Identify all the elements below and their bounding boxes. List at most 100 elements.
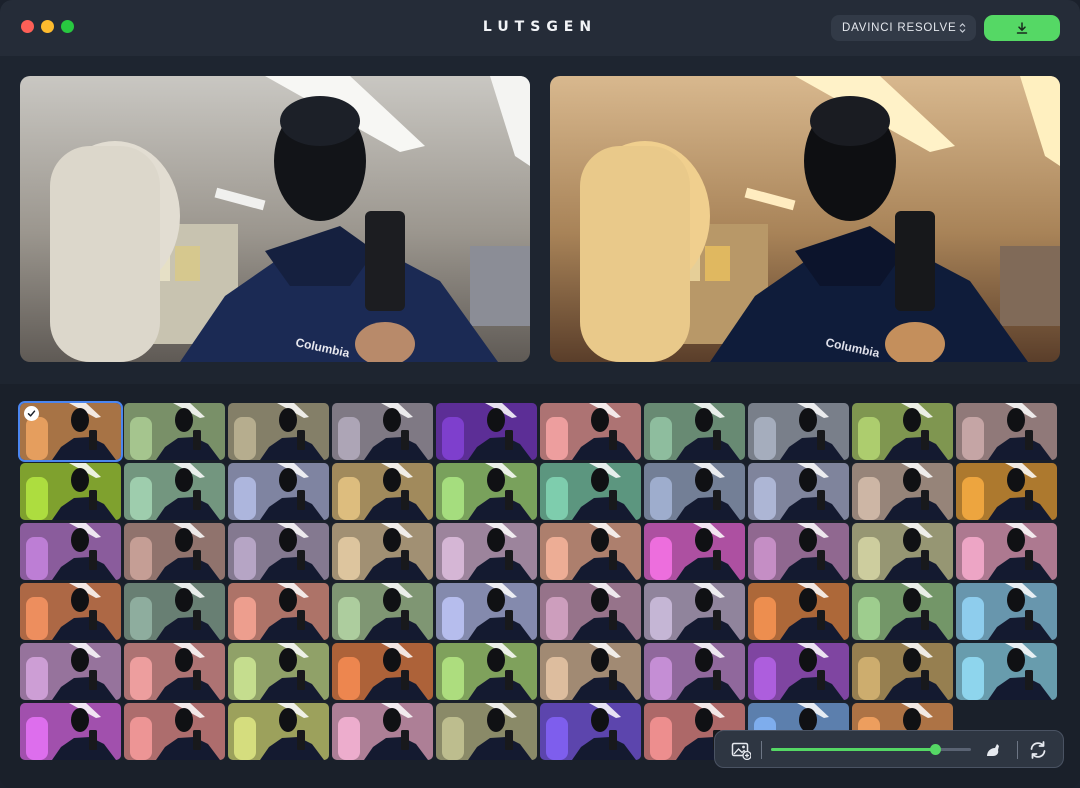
strength-slider-handle[interactable] [929, 744, 941, 755]
lut-thumbnail-image [852, 463, 953, 520]
lut-thumbnail-image [540, 583, 641, 640]
download-button[interactable] [984, 15, 1060, 41]
lut-thumbnail[interactable] [540, 703, 641, 760]
lut-thumbnail[interactable] [436, 643, 537, 700]
lut-thumbnail[interactable] [748, 643, 849, 700]
lut-thumbnail[interactable] [956, 523, 1057, 580]
refresh-icon[interactable] [1028, 740, 1048, 760]
lut-thumbnail-image [956, 403, 1057, 460]
lut-thumbnail[interactable] [18, 401, 123, 462]
lut-thumbnail[interactable] [332, 583, 433, 640]
lut-thumbnail-image [644, 463, 745, 520]
lut-thumbnail[interactable] [540, 583, 641, 640]
lut-thumbnail-image [644, 523, 745, 580]
lut-thumbnail[interactable] [436, 463, 537, 520]
lut-thumbnail[interactable] [540, 643, 641, 700]
lut-thumbnail[interactable] [124, 643, 225, 700]
lut-thumbnail-image [852, 643, 953, 700]
compare-icon[interactable] [983, 740, 1003, 760]
lut-thumbnail-image [540, 523, 641, 580]
lut-thumbnail[interactable] [332, 523, 433, 580]
lut-thumbnail[interactable] [644, 403, 745, 460]
lut-thumbnail[interactable] [956, 463, 1057, 520]
lut-thumbnail[interactable] [436, 523, 537, 580]
lut-thumbnail-image [124, 703, 225, 760]
lut-thumbnail-image [124, 463, 225, 520]
lut-thumbnail[interactable] [644, 463, 745, 520]
add-image-icon[interactable] [731, 740, 751, 760]
lut-thumbnail-image [20, 703, 121, 760]
graded-preview-image: Columbia [550, 76, 1060, 362]
lut-thumbnail[interactable] [124, 403, 225, 460]
lut-thumbnail[interactable] [644, 523, 745, 580]
lut-thumbnail[interactable] [332, 703, 433, 760]
lut-thumbnail[interactable] [436, 583, 537, 640]
photo-graded: Columbia [550, 76, 1060, 362]
lut-thumbnail[interactable] [332, 463, 433, 520]
strength-slider-fill [771, 748, 935, 751]
lut-thumbnail[interactable] [540, 523, 641, 580]
lut-thumbnail[interactable] [748, 583, 849, 640]
lut-thumbnail[interactable] [852, 643, 953, 700]
lut-thumbnail-image [436, 583, 537, 640]
lut-thumbnail[interactable] [956, 583, 1057, 640]
lut-thumbnail-image [332, 643, 433, 700]
lut-thumbnail-image [228, 703, 329, 760]
lut-thumbnail[interactable] [124, 523, 225, 580]
lut-thumbnail[interactable] [124, 583, 225, 640]
lut-thumbnail[interactable] [956, 403, 1057, 460]
checkmark-icon [24, 406, 39, 421]
lut-thumbnail-image [540, 463, 641, 520]
lut-thumbnail-image [436, 403, 537, 460]
lut-grid-area [0, 384, 1080, 788]
lut-thumbnail[interactable] [20, 463, 121, 520]
export-format-select[interactable]: DAVINCI RESOLVE [831, 15, 976, 41]
lut-thumbnail-image [436, 643, 537, 700]
lut-thumbnail[interactable] [228, 523, 329, 580]
lut-thumbnail[interactable] [20, 643, 121, 700]
lut-thumbnail-image [228, 523, 329, 580]
lut-thumbnail[interactable] [540, 463, 641, 520]
lut-thumbnail[interactable] [228, 643, 329, 700]
lut-thumbnail[interactable] [852, 463, 953, 520]
toolbar-divider [761, 741, 762, 759]
lut-thumbnail[interactable] [540, 403, 641, 460]
lut-thumbnail[interactable] [228, 703, 329, 760]
lut-thumbnail[interactable] [436, 703, 537, 760]
lut-thumbnail-image [20, 463, 121, 520]
lut-thumbnail-image [332, 583, 433, 640]
lut-thumbnail[interactable] [748, 523, 849, 580]
lut-thumbnail-image [644, 583, 745, 640]
lut-thumbnail[interactable] [20, 703, 121, 760]
lut-thumbnail[interactable] [852, 403, 953, 460]
lut-thumbnail[interactable] [124, 703, 225, 760]
lut-thumbnail[interactable] [956, 643, 1057, 700]
lut-thumbnail[interactable] [332, 643, 433, 700]
lut-thumbnail-image [748, 463, 849, 520]
lut-thumbnail[interactable] [644, 643, 745, 700]
lut-thumbnail[interactable] [436, 403, 537, 460]
lut-thumbnail[interactable] [20, 583, 121, 640]
lut-thumbnail-image [20, 643, 121, 700]
lut-thumbnail-image [956, 583, 1057, 640]
lut-thumbnail[interactable] [228, 583, 329, 640]
lut-thumbnail-image [748, 523, 849, 580]
lut-thumbnail-image [228, 463, 329, 520]
lut-thumbnail-image [852, 583, 953, 640]
lut-thumbnail[interactable] [124, 463, 225, 520]
lut-thumbnail[interactable] [228, 403, 329, 460]
lut-thumbnail[interactable] [852, 583, 953, 640]
lut-thumbnail-image [748, 583, 849, 640]
lut-thumbnail[interactable] [228, 463, 329, 520]
lut-thumbnail-image [644, 643, 745, 700]
lut-thumbnail[interactable] [644, 583, 745, 640]
lut-thumbnail[interactable] [20, 523, 121, 580]
lut-thumbnail[interactable] [852, 523, 953, 580]
lut-thumbnail-image [228, 583, 329, 640]
lut-thumbnail[interactable] [748, 463, 849, 520]
lut-thumbnail-image [436, 523, 537, 580]
lut-thumbnail[interactable] [332, 403, 433, 460]
lut-thumbnail-image [540, 403, 641, 460]
lut-thumbnail[interactable] [748, 403, 849, 460]
strength-slider[interactable] [771, 744, 971, 755]
